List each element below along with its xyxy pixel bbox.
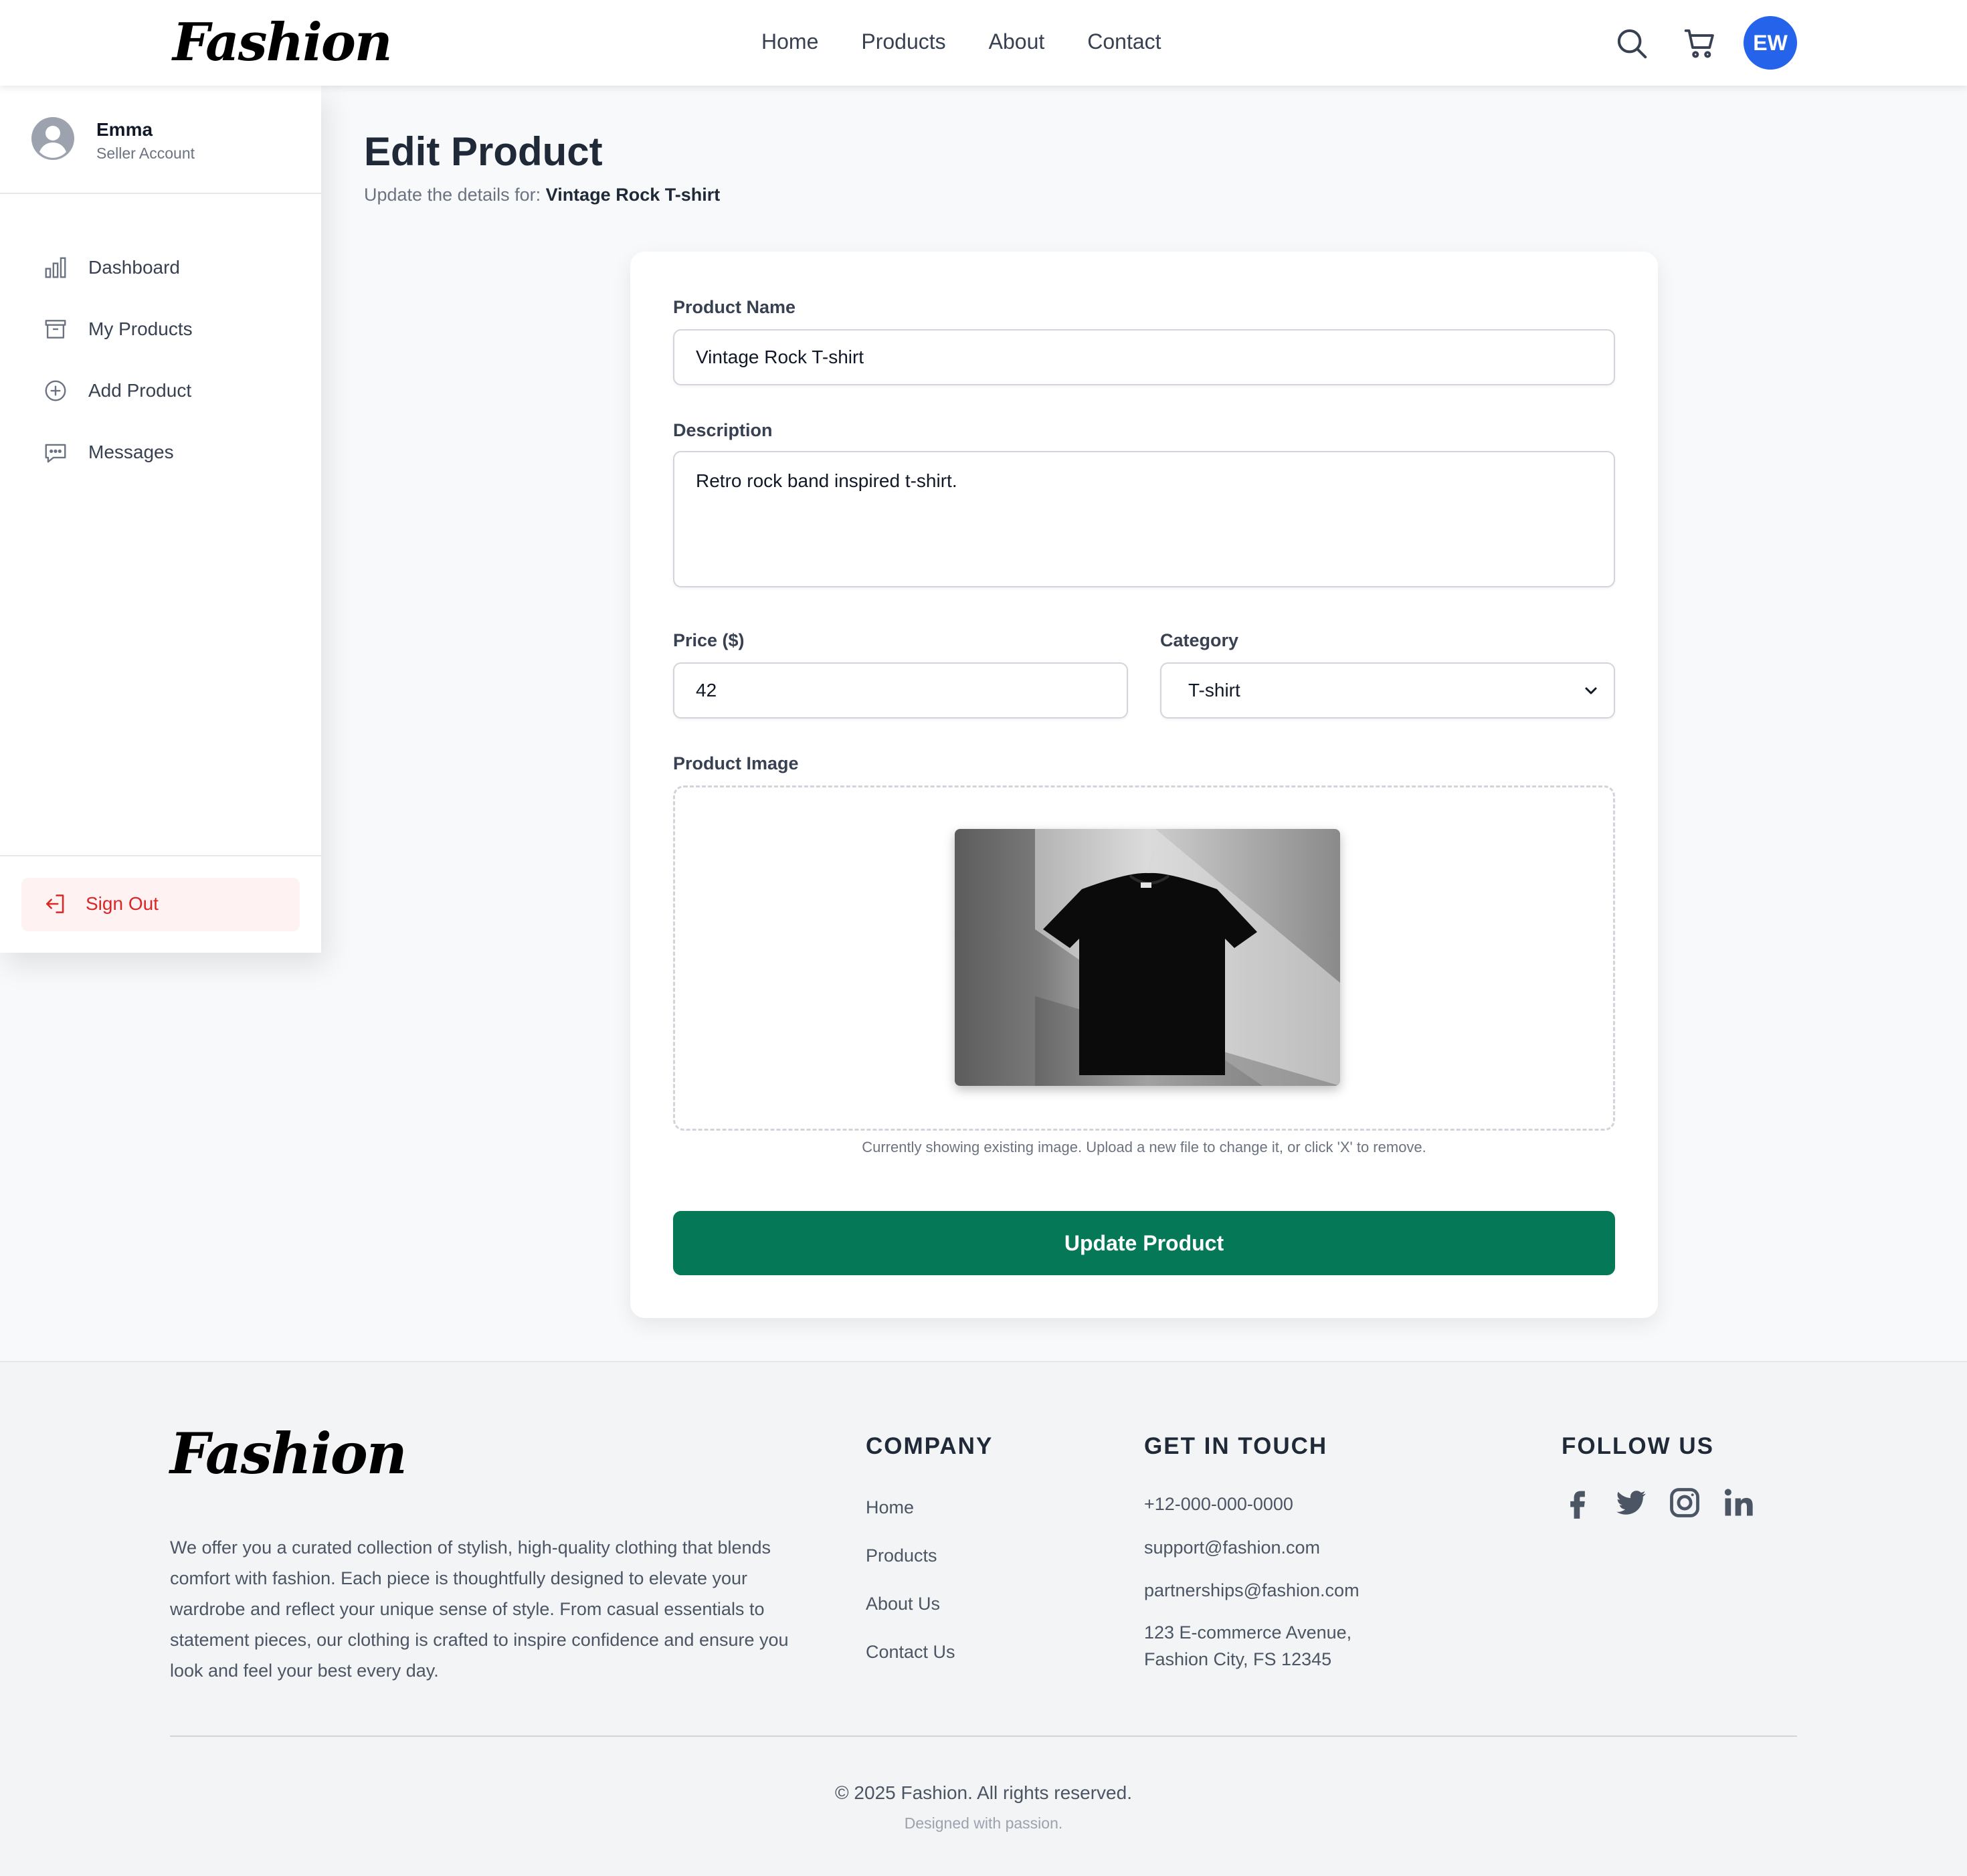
footer-link-products[interactable]: Products — [866, 1545, 937, 1566]
footer-tagline: Designed with passion. — [904, 1814, 1063, 1832]
footer-copyright: © 2025 Fashion. All rights reserved. — [835, 1782, 1132, 1803]
category-selected-value: T-shirt — [1188, 680, 1240, 700]
sidebar-divider — [0, 855, 321, 856]
footer-link-home[interactable]: Home — [866, 1497, 914, 1518]
product-name-label: Product Name — [673, 297, 796, 317]
instagram-icon[interactable] — [1667, 1485, 1702, 1520]
subtitle-product-name: Vintage Rock T-shirt — [545, 185, 721, 205]
sidebar-item-my-products[interactable]: My Products — [24, 304, 298, 353]
footer-heading-contact: GET IN TOUCH — [1144, 1433, 1328, 1459]
linkedin-icon[interactable] — [1721, 1485, 1756, 1520]
footer-divider — [170, 1736, 1797, 1737]
footer-partnership-email[interactable]: partnerships@fashion.com — [1144, 1580, 1360, 1601]
bar-chart-icon — [43, 255, 68, 280]
page-subtitle: Update the details for: Vintage Rock T-s… — [364, 185, 720, 205]
nav-link-contact[interactable]: Contact — [1087, 25, 1161, 58]
nav-link-products[interactable]: Products — [861, 25, 945, 58]
footer-about-text: We offer you a curated collection of sty… — [170, 1537, 789, 1681]
user-profile-icon — [31, 116, 75, 161]
update-product-button[interactable]: Update Product — [673, 1211, 1615, 1275]
nav-link-home[interactable]: Home — [761, 25, 818, 58]
site-footer: Fashion We offer you a curated collectio… — [0, 1361, 1967, 1876]
chevron-down-icon — [1585, 687, 1597, 694]
user-avatar[interactable]: EW — [1744, 16, 1797, 70]
sidebar-item-label: My Products — [88, 318, 193, 339]
footer-address-line2: Fashion City, FS 12345 — [1144, 1649, 1332, 1669]
image-dropzone[interactable] — [673, 785, 1615, 1131]
footer-link-contact-us[interactable]: Contact Us — [866, 1642, 955, 1663]
profile-name: Emma — [96, 119, 153, 140]
footer-heading-follow: FOLLOW US — [1562, 1433, 1714, 1459]
footer-address-line1: 123 E-commerce Avenue, — [1144, 1622, 1352, 1643]
sidebar-item-label: Dashboard — [88, 257, 180, 278]
archive-box-icon — [43, 316, 68, 342]
sidebar-item-label: Add Product — [88, 380, 192, 401]
subtitle-prefix: Update the details for: — [364, 185, 546, 205]
profile-role: Seller Account — [96, 145, 195, 162]
sign-out-icon — [43, 891, 68, 917]
sidebar-item-messages[interactable]: Messages — [24, 428, 298, 476]
sidebar-item-add-product[interactable]: Add Product — [24, 366, 298, 414]
sidebar-item-label: Messages — [88, 442, 174, 462]
description-label: Description — [673, 420, 773, 440]
sign-out-label: Sign Out — [86, 893, 159, 914]
description-textarea[interactable]: Retro rock band inspired t-shirt. — [673, 451, 1615, 587]
sign-out-button[interactable]: Sign Out — [21, 878, 300, 931]
category-label: Category — [1160, 630, 1239, 650]
chat-bubble-icon — [43, 440, 68, 465]
plus-circle-icon — [43, 378, 68, 403]
product-image-preview — [955, 829, 1340, 1086]
image-upload-note: Currently showing existing image. Upload… — [862, 1139, 1426, 1155]
sidebar-item-dashboard[interactable]: Dashboard — [24, 243, 298, 291]
page-title: Edit Product — [364, 129, 603, 174]
main-nav: Home Products About Contact — [761, 25, 1204, 58]
brand-logo[interactable]: Fashion — [173, 9, 393, 76]
category-select[interactable]: T-shirt — [1160, 662, 1615, 719]
sidebar-profile: Emma Seller Account — [0, 86, 321, 194]
cart-icon[interactable] — [1682, 25, 1718, 62]
price-label: Price ($) — [673, 630, 745, 650]
product-name-input[interactable] — [673, 329, 1615, 385]
tshirt-photo — [955, 829, 1340, 1086]
nav-link-about[interactable]: About — [989, 25, 1045, 58]
top-navbar: Fashion Home Products About Contact EW — [0, 0, 1967, 86]
footer-phone: +12-000-000-0000 — [1144, 1494, 1293, 1514]
twitter-icon[interactable] — [1614, 1485, 1649, 1520]
footer-support-email[interactable]: support@fashion.com — [1144, 1537, 1320, 1558]
seller-sidebar: Emma Seller Account Dashboard My Product… — [0, 86, 321, 953]
facebook-icon[interactable] — [1560, 1485, 1595, 1520]
edit-product-form: Product Name Description Retro rock band… — [630, 252, 1658, 1318]
footer-link-about-us[interactable]: About Us — [866, 1594, 940, 1614]
search-icon[interactable] — [1614, 25, 1650, 62]
price-input[interactable] — [673, 662, 1128, 719]
footer-logo: Fashion — [170, 1420, 407, 1487]
product-image-label: Product Image — [673, 753, 799, 773]
footer-heading-company: COMPANY — [866, 1433, 994, 1459]
